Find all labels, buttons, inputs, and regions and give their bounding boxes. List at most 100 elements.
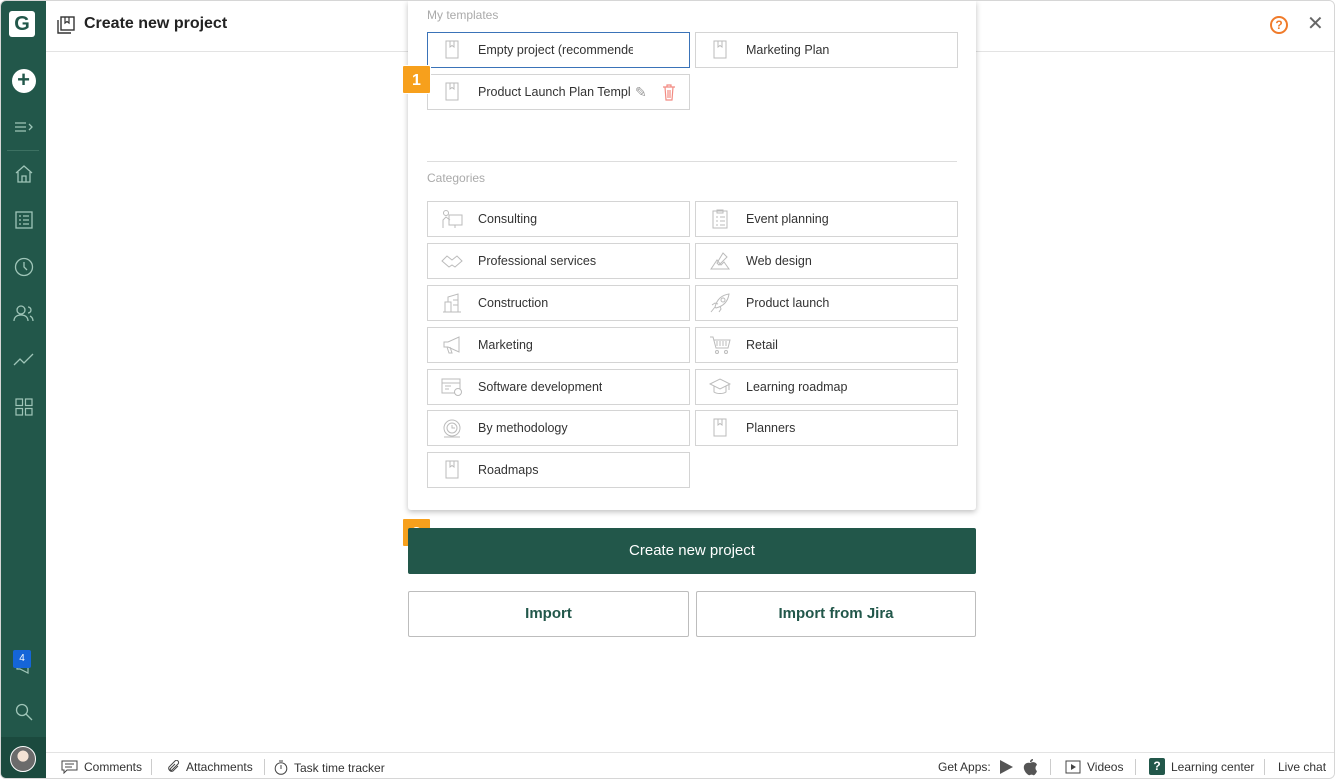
close-icon[interactable]: ✕ — [1307, 13, 1324, 35]
create-project-button[interactable]: Create new project — [408, 528, 976, 574]
apple-icon[interactable] — [1022, 758, 1038, 776]
template-icon — [713, 418, 727, 437]
sidebar-item-reports[interactable] — [1, 342, 46, 378]
category-consulting[interactable]: Consulting — [427, 201, 690, 237]
category-software-development[interactable]: Software development — [427, 369, 690, 405]
comment-icon — [61, 760, 78, 774]
template-marketing-plan[interactable]: Marketing Plan — [695, 32, 958, 68]
sidebar-divider — [7, 150, 39, 151]
stopwatch-icon — [443, 419, 461, 438]
videos-label: Videos — [1087, 760, 1124, 774]
people-icon — [12, 305, 34, 322]
question-icon: ? — [1149, 758, 1165, 775]
sidebar-item-apps[interactable] — [1, 389, 46, 425]
design-tools-icon — [710, 252, 730, 270]
clipboard-icon — [712, 209, 728, 229]
footer-comments[interactable]: Comments — [61, 760, 142, 774]
section-divider — [427, 161, 957, 162]
category-product-launch[interactable]: Product launch — [695, 285, 958, 321]
logo-icon[interactable]: G — [9, 11, 35, 37]
sidebar-item-search[interactable] — [1, 694, 46, 730]
home-icon — [15, 165, 32, 183]
attachments-label: Attachments — [186, 760, 253, 774]
templates-panel: My templates Empty project (recommended)… — [408, 1, 976, 510]
template-label: Product Launch Plan Template — [478, 85, 630, 99]
plus-icon: + — [11, 69, 36, 93]
paperclip-icon — [168, 760, 180, 772]
edit-pencil-icon[interactable]: ✎ — [635, 84, 647, 101]
get-apps-label: Get Apps: — [938, 760, 991, 774]
sidebar-item-home[interactable] — [1, 156, 46, 192]
template-icon — [713, 40, 727, 59]
shopping-cart-icon — [710, 336, 731, 354]
grid-icon — [14, 398, 33, 416]
avatar[interactable] — [10, 746, 36, 772]
template-product-launch-plan[interactable]: Product Launch Plan Template ✎ — [427, 74, 690, 110]
my-templates-label: My templates — [427, 8, 499, 22]
category-label: Learning roadmap — [746, 380, 848, 394]
category-professional-services[interactable]: Professional services — [427, 243, 690, 279]
footer-divider — [1050, 759, 1051, 775]
crane-icon — [443, 293, 461, 313]
import-button[interactable]: Import — [408, 591, 689, 637]
category-roadmaps[interactable]: Roadmaps — [427, 452, 690, 488]
footer-task-time-tracker[interactable]: Task time tracker — [274, 760, 385, 775]
trend-icon — [13, 353, 33, 366]
template-icon — [57, 16, 75, 34]
megaphone-icon — [443, 336, 460, 354]
category-label: Planners — [746, 421, 796, 435]
comments-label: Comments — [84, 760, 143, 774]
graduation-cap-icon — [709, 378, 731, 394]
category-label: Product launch — [746, 296, 830, 310]
list-icon — [14, 211, 33, 229]
category-web-design[interactable]: Web design — [695, 243, 958, 279]
stopwatch-icon — [274, 760, 288, 775]
app-window: G + 4 Create new project ? ✕ My template… — [0, 0, 1335, 779]
sidebar-item-people[interactable] — [1, 295, 46, 331]
category-label: Construction — [478, 296, 549, 310]
rocket-icon — [710, 293, 730, 313]
category-label: Web design — [746, 254, 812, 268]
footer-learning-center[interactable]: ? Learning center — [1149, 758, 1254, 775]
notification-badge: 4 — [13, 650, 31, 668]
handshake-icon — [441, 255, 463, 268]
expand-menu-button[interactable] — [1, 109, 46, 145]
category-learning-roadmap[interactable]: Learning roadmap — [695, 369, 958, 405]
category-event-planning[interactable]: Event planning — [695, 201, 958, 237]
template-empty-project[interactable]: Empty project (recommended) — [427, 32, 690, 68]
category-construction[interactable]: Construction — [427, 285, 690, 321]
category-planners[interactable]: Planners — [695, 410, 958, 446]
category-marketing[interactable]: Marketing — [427, 327, 690, 363]
template-label: Empty project (recommended) — [478, 43, 633, 57]
template-icon — [445, 82, 459, 101]
import-jira-button[interactable]: Import from Jira — [696, 591, 976, 637]
footer-divider — [1135, 759, 1136, 775]
footer-get-apps: Get Apps: — [938, 760, 991, 774]
footer-divider — [264, 759, 265, 775]
category-label: Marketing — [478, 338, 533, 352]
sidebar-item-time[interactable] — [1, 249, 46, 285]
help-icon[interactable]: ? — [1270, 16, 1288, 34]
google-play-icon[interactable] — [998, 759, 1014, 775]
footer-live-chat[interactable]: Live chat — [1278, 760, 1326, 774]
task-time-tracker-label: Task time tracker — [294, 760, 385, 775]
footer-videos[interactable]: Videos — [1065, 760, 1123, 774]
category-label: Software development — [478, 380, 603, 394]
category-label: Consulting — [478, 212, 538, 226]
category-label: Professional services — [478, 254, 597, 268]
learning-center-label: Learning center — [1171, 759, 1255, 774]
trash-icon[interactable] — [662, 83, 676, 101]
category-label: By methodology — [478, 421, 568, 435]
add-new-button[interactable]: + — [1, 63, 46, 99]
footer-divider — [151, 759, 152, 775]
footer-attachments[interactable]: Attachments — [166, 760, 253, 774]
template-label: Marketing Plan — [746, 43, 830, 57]
code-window-icon — [441, 378, 462, 396]
footer-divider — [1264, 759, 1265, 775]
category-label: Roadmaps — [478, 463, 539, 477]
category-retail[interactable]: Retail — [695, 327, 958, 363]
template-icon — [445, 40, 459, 59]
footer-bar: Comments Attachments Task time tracker G… — [46, 752, 1334, 778]
sidebar-item-tasks[interactable] — [1, 202, 46, 238]
category-by-methodology[interactable]: By methodology — [427, 410, 690, 446]
